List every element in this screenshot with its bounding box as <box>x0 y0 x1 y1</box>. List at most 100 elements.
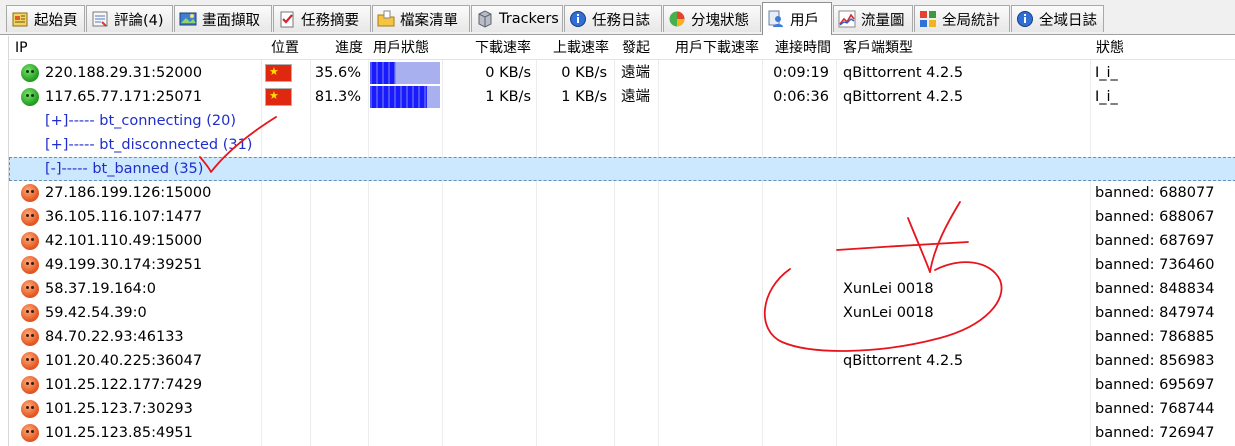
tab-task-summary[interactable]: 任務摘要 <box>273 5 371 32</box>
column-header-initiator[interactable]: 發起 <box>622 36 658 60</box>
peer-client <box>843 397 1083 421</box>
tab-label: 檔案清單 <box>400 12 458 29</box>
china-flag-icon: ★ <box>265 88 292 106</box>
peer-initiator: 遠端 <box>621 89 650 105</box>
tab-peers[interactable]: 用戶 <box>762 2 832 35</box>
info-icon <box>569 10 587 28</box>
peer-banned-icon <box>21 400 39 418</box>
peer-ip: 59.42.54.39:0 <box>45 305 147 321</box>
line-chart-icon <box>838 10 856 28</box>
column-header-status[interactable]: 狀態 <box>1096 36 1226 60</box>
tab-screenshot[interactable]: 畫面擷取 <box>174 5 272 32</box>
peer-status: I_i_ <box>1095 65 1118 81</box>
column-header-client[interactable]: 客戶端類型 <box>843 36 1083 60</box>
table-row[interactable]: 36.105.116.107:1477 banned: 688067 <box>9 205 1235 229</box>
peer-connected-icon <box>21 88 39 106</box>
table-row[interactable]: 27.186.199.126:15000 banned: 688077 <box>9 181 1235 205</box>
peer-banned-icon <box>21 328 39 346</box>
group-row-connecting[interactable]: [+]----- bt_connecting (20) <box>9 109 1235 133</box>
progress-stripe <box>424 86 426 108</box>
peer-status: banned: 768744 <box>1095 401 1215 417</box>
server-icon <box>476 10 494 28</box>
peer-client <box>843 229 1083 253</box>
pie-chart-icon <box>668 10 686 28</box>
peer-banned-icon <box>21 208 39 226</box>
table-row[interactable]: 117.65.77.171:25071 ★ 81.3% 1 KB/s 1 KB/… <box>9 85 1235 109</box>
group-label: [+]----- bt_disconnected (31) <box>45 137 253 153</box>
progress-stripe <box>382 62 384 84</box>
tab-comments[interactable]: 評論(4) <box>86 5 173 32</box>
table-row[interactable]: 101.25.123.85:4951 banned: 726947 <box>9 421 1235 445</box>
peer-ip: 27.186.199.126:15000 <box>45 185 212 201</box>
peer-down-speed: 1 KB/s <box>485 89 531 105</box>
progress-fill <box>370 86 427 108</box>
stats-icon <box>919 10 937 28</box>
column-header-user-status[interactable]: 用戶狀態 <box>373 36 443 60</box>
tab-traffic-graph[interactable]: 流量圖 <box>833 5 913 32</box>
tab-label: 分塊狀態 <box>691 12 749 29</box>
peer-ip: 84.70.22.93:46133 <box>45 329 184 345</box>
peer-ip: 49.199.30.174:39251 <box>45 257 203 273</box>
progress-fill <box>370 62 396 84</box>
table-row[interactable]: 84.70.22.93:46133 banned: 786885 <box>9 325 1235 349</box>
table-row[interactable]: 42.101.110.49:15000 banned: 687697 <box>9 229 1235 253</box>
peer-connected-time: 0:09:19 <box>773 65 829 81</box>
table-row[interactable]: 220.188.29.31:52000 ★ 35.6% 0 KB/s 0 KB/… <box>9 61 1235 85</box>
peer-client: qBittorrent 4.2.5 <box>843 89 964 105</box>
table-row[interactable]: 101.25.122.177:7429 banned: 695697 <box>9 373 1235 397</box>
peer-banned-icon <box>21 424 39 442</box>
tab-global-log[interactable]: 全域日誌 <box>1011 5 1104 32</box>
column-header-up-speed[interactable]: 上載速率 <box>539 36 609 60</box>
peer-progress-bar <box>370 86 440 108</box>
peer-client-down-speed <box>661 61 759 85</box>
column-header-location[interactable]: 位置 <box>271 36 307 60</box>
peer-banned-icon <box>21 256 39 274</box>
column-header-peer-down-speed[interactable]: 用戶下載速率 <box>661 36 759 60</box>
folder-icon <box>377 10 395 28</box>
tab-global-stats[interactable]: 全局統計 <box>914 5 1010 32</box>
table-row[interactable]: 101.20.40.225:36047 qBittorrent 4.2.5 ba… <box>9 349 1235 373</box>
column-header-ip[interactable]: IP <box>15 36 255 60</box>
tab-file-list[interactable]: 檔案清單 <box>372 5 470 32</box>
progress-stripe <box>370 86 372 108</box>
comment-icon <box>91 10 109 28</box>
peer-client <box>843 325 1083 349</box>
column-header-row: IP 位置 進度 用戶狀態 下載速率 上載速率 發起 用戶下載速率 連接時間 客… <box>9 36 1235 60</box>
progress-stripe <box>418 86 420 108</box>
tab-label: 任務摘要 <box>301 12 359 29</box>
home-icon <box>11 10 29 28</box>
tab-task-log[interactable]: 任務日誌 <box>564 5 662 32</box>
tab-label: 任務日誌 <box>592 12 650 29</box>
progress-stripe <box>412 86 414 108</box>
peer-client: qBittorrent 4.2.5 <box>843 353 964 369</box>
progress-stripe <box>394 62 396 84</box>
screenshot-icon <box>179 10 197 28</box>
peer-status: banned: 848834 <box>1095 281 1215 297</box>
column-header-connected-time[interactable]: 連接時間 <box>765 36 831 60</box>
progress-stripe <box>406 86 408 108</box>
tab-label: 畫面擷取 <box>202 12 260 29</box>
peer-status: banned: 695697 <box>1095 377 1215 393</box>
checklist-icon <box>278 10 296 28</box>
peer-list[interactable]: IP 位置 進度 用戶狀態 下載速率 上載速率 發起 用戶下載速率 連接時間 客… <box>8 36 1235 446</box>
table-row[interactable]: 49.199.30.174:39251 banned: 736460 <box>9 253 1235 277</box>
tab-piece-status[interactable]: 分塊狀態 <box>663 5 761 32</box>
tab-label: 全局統計 <box>942 12 1000 29</box>
group-row-banned[interactable]: [-]----- bt_banned (35) <box>9 157 1235 181</box>
tab-home[interactable]: 起始頁 <box>6 5 85 32</box>
peer-progress: 81.3% <box>314 89 361 105</box>
progress-stripe <box>388 86 390 108</box>
tab-label: 流量圖 <box>861 12 905 29</box>
group-label: [+]----- bt_connecting (20) <box>45 113 236 129</box>
column-header-down-speed[interactable]: 下載速率 <box>445 36 531 60</box>
table-row[interactable]: 58.37.19.164:0 XunLei 0018 banned: 84883… <box>9 277 1235 301</box>
tab-trackers[interactable]: Trackers <box>471 5 563 32</box>
peer-up-speed: 1 KB/s <box>561 89 607 105</box>
table-row[interactable]: 59.42.54.39:0 XunLei 0018 banned: 847974 <box>9 301 1235 325</box>
peer-banned-icon <box>21 280 39 298</box>
group-row-disconnected[interactable]: [+]----- bt_disconnected (31) <box>9 133 1235 157</box>
peer-client: XunLei 0018 <box>843 281 934 297</box>
table-row[interactable]: 101.25.123.7:30293 banned: 768744 <box>9 397 1235 421</box>
column-header-progress[interactable]: 進度 <box>313 36 363 60</box>
peer-ip: 101.25.123.85:4951 <box>45 425 193 441</box>
